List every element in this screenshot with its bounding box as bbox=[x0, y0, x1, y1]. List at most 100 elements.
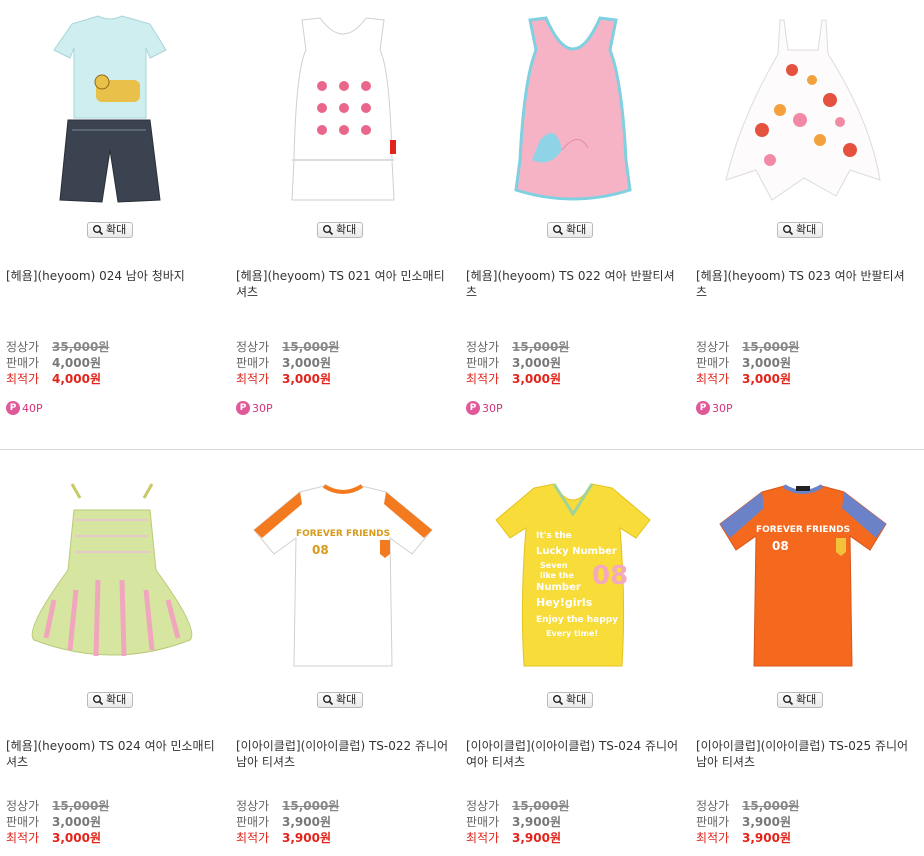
zoom-label: 확대 bbox=[336, 223, 357, 236]
tee-print-number: 08 bbox=[312, 543, 329, 557]
list-price-row: 정상가 15,000원 bbox=[696, 798, 799, 814]
best-price: 4,000원 bbox=[52, 372, 101, 386]
list-price: 35,000원 bbox=[52, 340, 110, 354]
product-image[interactable] bbox=[470, 10, 676, 206]
list-price-label: 정상가 bbox=[466, 340, 500, 354]
zoom-label: 확대 bbox=[566, 223, 587, 236]
points-value: 40P bbox=[22, 401, 43, 415]
product-image[interactable] bbox=[240, 10, 446, 206]
zoom-label: 확대 bbox=[336, 693, 357, 706]
zoom-button[interactable]: 확대 bbox=[547, 222, 594, 238]
product-image[interactable] bbox=[10, 480, 216, 676]
zoom-label: 확대 bbox=[796, 223, 817, 236]
best-price-row: 최적가 3,900원 bbox=[696, 830, 791, 846]
row-divider bbox=[0, 449, 924, 450]
best-price-row: 최적가 3,000원 bbox=[6, 830, 101, 846]
sale-price-row: 판매가 3,000원 bbox=[236, 355, 331, 371]
tee-print-text: FOREVER FRIENDS bbox=[756, 525, 850, 535]
list-price: 15,000원 bbox=[282, 340, 340, 354]
points-badge: P 30P bbox=[236, 401, 273, 415]
zoom-label: 확대 bbox=[796, 693, 817, 706]
zoom-button[interactable]: 확대 bbox=[547, 692, 594, 708]
points-icon: P bbox=[6, 401, 20, 415]
list-price-row: 정상가 35,000원 bbox=[6, 339, 109, 355]
best-price-row: 최적가 3,000원 bbox=[466, 371, 561, 387]
product-name[interactable]: [헤욤](heyoom) TS 022 여아 반팔티셔츠 bbox=[466, 268, 682, 300]
points-value: 30P bbox=[252, 401, 273, 415]
list-price-label: 정상가 bbox=[6, 340, 40, 354]
sale-price: 3,000원 bbox=[742, 356, 791, 370]
best-price: 3,000원 bbox=[282, 372, 331, 386]
list-price-label: 정상가 bbox=[696, 799, 730, 813]
best-price-label: 최적가 bbox=[6, 831, 40, 845]
zoom-button[interactable]: 확대 bbox=[87, 692, 134, 708]
product-image[interactable] bbox=[700, 10, 906, 206]
product-image[interactable]: It's the Lucky Number Seven like the Num… bbox=[470, 480, 676, 676]
sale-price: 3,000원 bbox=[52, 815, 101, 829]
magnifier-icon bbox=[783, 695, 794, 706]
zoom-button[interactable]: 확대 bbox=[317, 222, 364, 238]
product-image[interactable] bbox=[10, 10, 216, 206]
sale-price-label: 판매가 bbox=[696, 815, 730, 829]
best-price-row: 최적가 3,000원 bbox=[696, 371, 791, 387]
zoom-label: 확대 bbox=[566, 693, 587, 706]
sale-price-row: 판매가 3,900원 bbox=[236, 814, 331, 830]
tee-print-text: Hey!girls bbox=[536, 596, 593, 609]
sale-price: 4,000원 bbox=[52, 356, 101, 370]
list-price: 15,000원 bbox=[512, 340, 570, 354]
sale-price-row: 판매가 3,000원 bbox=[6, 814, 101, 830]
tee-print-text: It's the bbox=[536, 531, 572, 541]
list-price: 15,000원 bbox=[742, 799, 800, 813]
best-price: 3,000원 bbox=[742, 372, 791, 386]
zoom-button[interactable]: 확대 bbox=[317, 692, 364, 708]
list-price-label: 정상가 bbox=[236, 799, 270, 813]
sale-price-label: 판매가 bbox=[466, 356, 500, 370]
sale-price: 3,900원 bbox=[742, 815, 791, 829]
best-price-row: 최적가 3,900원 bbox=[466, 830, 561, 846]
points-badge: P 30P bbox=[466, 401, 503, 415]
list-price: 15,000원 bbox=[512, 799, 570, 813]
product-name[interactable]: [헤욤](heyoom) TS 023 여아 반팔티셔츠 bbox=[696, 268, 912, 300]
magnifier-icon bbox=[323, 695, 334, 706]
zoom-label: 확대 bbox=[106, 693, 127, 706]
best-price-label: 최적가 bbox=[466, 831, 500, 845]
list-price-row: 정상가 15,000원 bbox=[236, 798, 339, 814]
magnifier-icon bbox=[553, 225, 564, 236]
product-name[interactable]: [헤욤](heyoom) TS 021 여아 민소매티셔츠 bbox=[236, 268, 452, 300]
points-badge: P 30P bbox=[696, 401, 733, 415]
list-price-row: 정상가 15,000원 bbox=[6, 798, 109, 814]
list-price: 15,000원 bbox=[742, 340, 800, 354]
zoom-button[interactable]: 확대 bbox=[87, 222, 134, 238]
product-image[interactable]: FOREVER FRIENDS 08 bbox=[240, 480, 446, 676]
sale-price-label: 판매가 bbox=[236, 356, 270, 370]
tee-print-number: 08 bbox=[772, 539, 789, 553]
best-price: 3,000원 bbox=[52, 831, 101, 845]
best-price: 3,900원 bbox=[512, 831, 561, 845]
points-icon: P bbox=[236, 401, 250, 415]
best-price-row: 최적가 3,900원 bbox=[236, 830, 331, 846]
list-price-label: 정상가 bbox=[6, 799, 40, 813]
sale-price-label: 판매가 bbox=[236, 815, 270, 829]
list-price-row: 정상가 15,000원 bbox=[466, 339, 569, 355]
sale-price-row: 판매가 3,900원 bbox=[696, 814, 791, 830]
best-price-row: 최적가 3,000원 bbox=[236, 371, 331, 387]
zoom-button[interactable]: 확대 bbox=[777, 222, 824, 238]
list-price-row: 정상가 15,000원 bbox=[466, 798, 569, 814]
best-price-label: 최적가 bbox=[236, 831, 270, 845]
product-name[interactable]: [헤욤](heyoom) 024 남아 청바지 bbox=[6, 268, 222, 284]
zoom-button[interactable]: 확대 bbox=[777, 692, 824, 708]
product-name[interactable]: [이아이클럽](이아이클럽) TS-022 쥬니어 남아 티셔츠 bbox=[236, 738, 452, 770]
points-badge: P 40P bbox=[6, 401, 43, 415]
sale-price-row: 판매가 3,900원 bbox=[466, 814, 561, 830]
product-image[interactable]: FOREVER FRIENDS 08 bbox=[700, 480, 906, 676]
product-name[interactable]: [헤욤](heyoom) TS 024 여아 민소매티셔츠 bbox=[6, 738, 222, 770]
sale-price-row: 판매가 3,000원 bbox=[696, 355, 791, 371]
sale-price-row: 판매가 4,000원 bbox=[6, 355, 101, 371]
magnifier-icon bbox=[783, 225, 794, 236]
best-price-label: 최적가 bbox=[696, 372, 730, 386]
product-name[interactable]: [이아이클럽](이아이클럽) TS-025 쥬니어 남아 티셔츠 bbox=[696, 738, 912, 770]
list-price-row: 정상가 15,000원 bbox=[696, 339, 799, 355]
sale-price: 3,900원 bbox=[512, 815, 561, 829]
product-name[interactable]: [이아이클럽](이아이클럽) TS-024 쥬니어 여아 티셔츠 bbox=[466, 738, 682, 770]
sale-price: 3,900원 bbox=[282, 815, 331, 829]
